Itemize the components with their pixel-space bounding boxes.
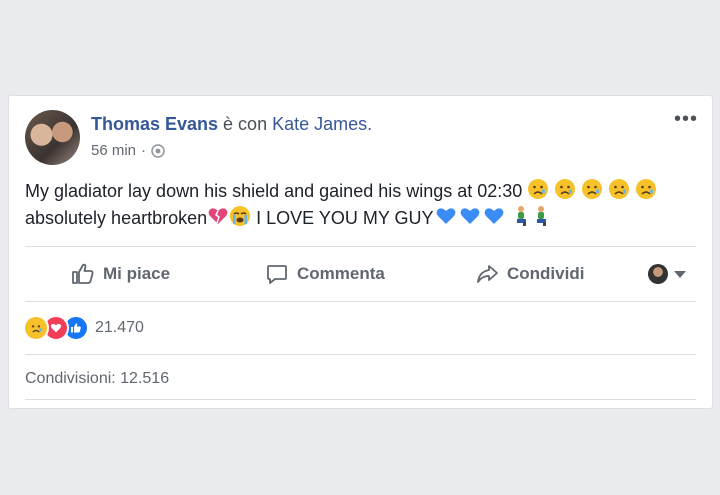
post-card: Thomas Evans è con Kate James. 56 min · … bbox=[8, 95, 713, 409]
comment-icon bbox=[267, 265, 287, 284]
with-connector: è con bbox=[218, 114, 273, 134]
author-avatar[interactable] bbox=[25, 110, 80, 165]
post-timestamp[interactable]: 56 min bbox=[91, 142, 136, 159]
sad-emoji-icon bbox=[636, 179, 657, 199]
post-text-love: I LOVE YOU MY GUY bbox=[251, 208, 434, 228]
share-as-selector[interactable] bbox=[648, 264, 686, 284]
blue-heart-icon bbox=[484, 208, 503, 224]
tagged-person[interactable]: Kate James. bbox=[272, 114, 372, 134]
more-options-icon[interactable]: ••• bbox=[674, 108, 698, 131]
sad-emoji-icon bbox=[609, 179, 630, 199]
like-label: Mi piace bbox=[103, 264, 171, 283]
blue-heart-icon bbox=[436, 208, 455, 224]
divider bbox=[25, 399, 696, 400]
post-text-line2: absolutely heartbroken bbox=[25, 208, 208, 228]
post-header: Thomas Evans è con Kate James. bbox=[91, 114, 372, 135]
share-arrow-icon bbox=[477, 265, 498, 283]
crying-emoji-icon bbox=[230, 206, 251, 226]
mini-avatar bbox=[648, 264, 668, 284]
blue-heart-icon bbox=[460, 208, 479, 224]
comment-button[interactable]: Commenta bbox=[265, 248, 385, 300]
post-body: My gladiator lay down his shield and gai… bbox=[25, 178, 705, 232]
divider bbox=[25, 301, 696, 302]
divider bbox=[25, 354, 696, 355]
comment-label: Commenta bbox=[297, 264, 385, 283]
divider bbox=[25, 246, 696, 247]
broken-heart-icon bbox=[208, 208, 228, 224]
meta-separator: · bbox=[141, 142, 147, 159]
sad-reaction-icon bbox=[23, 315, 49, 341]
thumbs-up-icon bbox=[72, 263, 94, 284]
caret-down-icon bbox=[674, 270, 686, 278]
sad-emoji-icon bbox=[528, 179, 549, 199]
kneeling-person-icon bbox=[536, 206, 546, 226]
post-text-line1: My gladiator lay down his shield and gai… bbox=[25, 181, 523, 201]
shares-count[interactable]: Condivisioni: 12.516 bbox=[25, 370, 169, 388]
sad-emoji-icon bbox=[582, 179, 603, 199]
globe-icon[interactable] bbox=[151, 143, 165, 158]
like-button[interactable]: Mi piace bbox=[71, 248, 170, 300]
reactions-count: 21.470 bbox=[95, 319, 144, 336]
share-label: Condividi bbox=[507, 264, 585, 283]
sad-emoji-icon bbox=[555, 179, 576, 199]
author-name[interactable]: Thomas Evans bbox=[91, 114, 218, 134]
reactions-summary[interactable]: 21.470 bbox=[23, 315, 144, 341]
share-button[interactable]: Condividi bbox=[475, 248, 584, 300]
kneeling-person-icon bbox=[516, 206, 526, 226]
action-bar: Mi piace Commenta Condividi bbox=[9, 248, 712, 300]
post-meta: 56 min · bbox=[91, 142, 165, 159]
